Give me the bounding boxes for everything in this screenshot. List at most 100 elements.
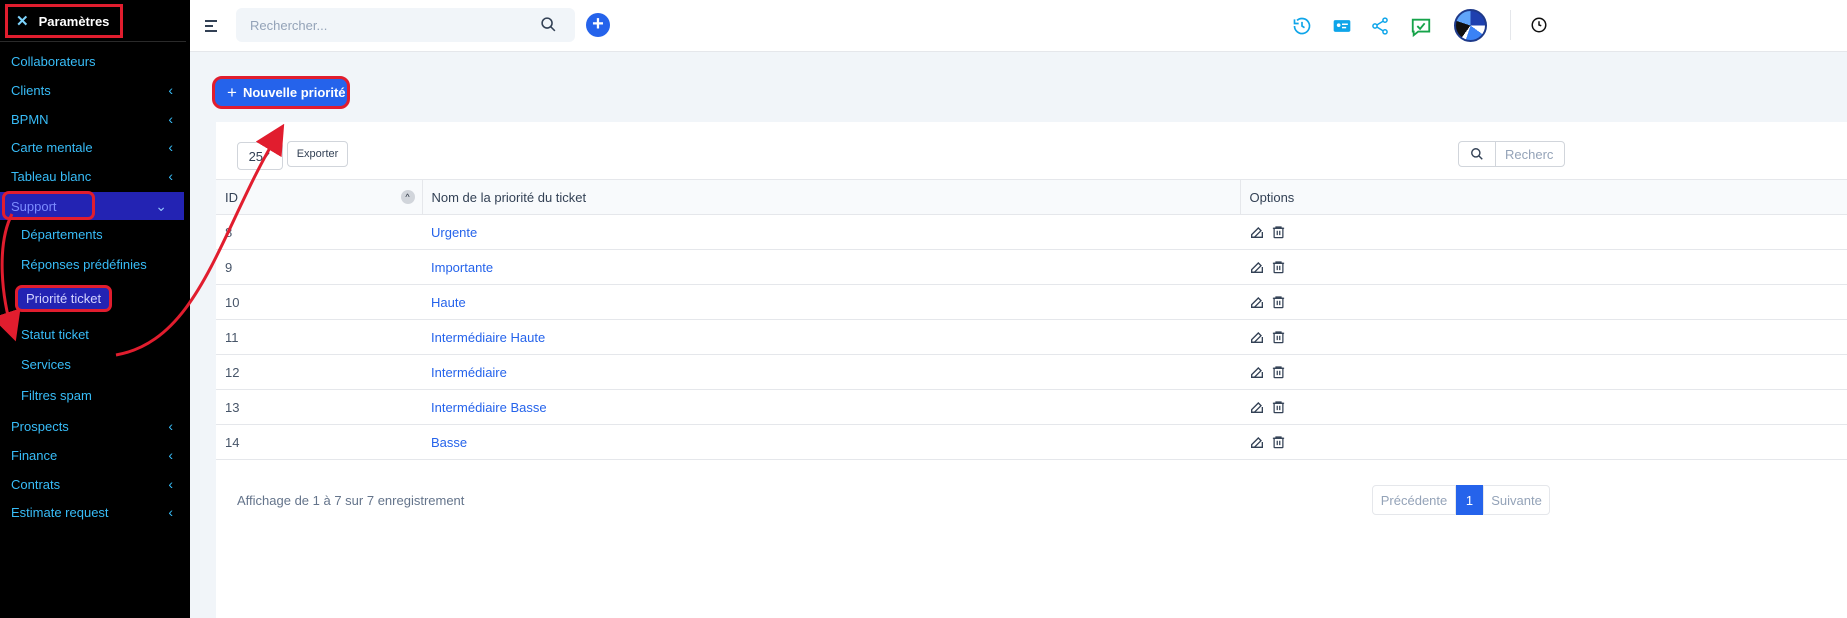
table-search-button[interactable] [1458, 141, 1496, 167]
table-row: 12 Intermédiaire [216, 354, 1847, 390]
cell-id: 13 [216, 389, 422, 425]
contact-card-icon[interactable] [1332, 16, 1352, 36]
pagination-next-button[interactable]: Suivante [1483, 485, 1550, 515]
priority-name-link[interactable]: Urgente [422, 214, 1240, 250]
sidebar-item-estimate-request[interactable]: Estimate request ‹ [0, 498, 190, 526]
column-header-id[interactable]: ID ^ [216, 179, 422, 215]
priority-name-link[interactable]: Intermédiaire Basse [422, 389, 1240, 425]
share-icon[interactable] [1370, 16, 1390, 36]
priority-table: ID ^ Nom de la priorité du ticket Options… [216, 179, 1847, 460]
trash-icon[interactable] [1271, 399, 1286, 415]
chevron-down-icon: ✓ [263, 150, 272, 162]
sidebar-item-support[interactable]: Support ⌄ [0, 192, 184, 220]
sidebar-item-bpmn[interactable]: BPMN ‹ [0, 105, 190, 133]
sidebar-item-contrats[interactable]: Contrats ‹ [0, 470, 190, 498]
chevron-left-icon: ‹ [168, 476, 173, 492]
edit-icon[interactable] [1249, 224, 1265, 240]
cell-options [1240, 354, 1847, 390]
sidebar-item-prospects[interactable]: Prospects ‹ [0, 412, 190, 440]
sidebar-item-label: Finance [11, 447, 58, 463]
trash-icon[interactable] [1271, 434, 1286, 450]
trash-icon[interactable] [1271, 329, 1286, 345]
column-header-name[interactable]: Nom de la priorité du ticket [421, 179, 1240, 215]
table-search-input[interactable]: Recherc [1495, 141, 1565, 167]
chevron-left-icon: ‹ [168, 418, 173, 434]
sidebar-subitem-statut-ticket[interactable]: Statut ticket [21, 322, 89, 346]
chevron-left-icon: ‹ [168, 139, 173, 155]
sidebar-item-finance[interactable]: Finance ‹ [0, 441, 190, 469]
table-row: 11 Intermédiaire Haute [216, 319, 1847, 355]
trash-icon[interactable] [1271, 259, 1286, 275]
sidebar-item-label: Carte mentale [11, 139, 93, 155]
sidebar-item-clients[interactable]: Clients ‹ [0, 76, 190, 104]
edit-icon[interactable] [1249, 259, 1265, 275]
table-row: 9 Importante [216, 249, 1847, 285]
page-size-select[interactable]: 25 ✓ [237, 142, 283, 170]
chat-check-icon[interactable] [1410, 16, 1432, 38]
trash-icon[interactable] [1271, 224, 1286, 240]
add-icon[interactable]: + [586, 13, 610, 37]
sidebar-subitem-reponses[interactable]: Réponses prédéfinies [21, 252, 147, 276]
cell-id: 14 [216, 424, 422, 460]
sidebar-header[interactable]: ✕ Paramètres [5, 4, 123, 38]
table-row: 13 Intermédiaire Basse [216, 389, 1847, 425]
table-row: 10 Haute [216, 284, 1847, 320]
export-button[interactable]: Exporter [287, 141, 348, 167]
search-icon[interactable] [540, 16, 557, 33]
sidebar-item-collaborateurs[interactable]: Collaborateurs [0, 47, 190, 75]
cell-options [1240, 214, 1847, 250]
edit-icon[interactable] [1249, 364, 1265, 380]
priority-name-link[interactable]: Haute [422, 284, 1240, 320]
sidebar-item-carte-mentale[interactable]: Carte mentale ‹ [0, 133, 190, 161]
cell-options [1240, 249, 1847, 285]
menu-toggle-icon[interactable] [205, 20, 217, 35]
chevron-left-icon: ‹ [168, 111, 173, 127]
sidebar-subitem-services[interactable]: Services [21, 352, 71, 376]
sidebar-item-label: Clients [11, 82, 51, 98]
clock-icon[interactable] [1530, 16, 1548, 34]
cell-options [1240, 389, 1847, 425]
new-priority-label: Nouvelle priorité [242, 85, 346, 100]
sidebar-item-label: Support [11, 198, 57, 214]
page-size-value: 25 [248, 148, 264, 164]
chevron-left-icon: ‹ [168, 504, 173, 520]
divider [1510, 10, 1511, 40]
sidebar-item-label: Estimate request [11, 504, 109, 520]
priority-name-link[interactable]: Intermédiaire Haute [422, 319, 1240, 355]
sidebar: ✕ Paramètres Collaborateurs Clients ‹ BPM… [0, 0, 190, 618]
cell-id: 8 [216, 214, 422, 250]
sort-asc-icon[interactable]: ^ [400, 189, 415, 204]
priority-name-link[interactable]: Basse [422, 424, 1240, 460]
close-icon[interactable]: ✕ [16, 12, 29, 30]
edit-icon[interactable] [1249, 294, 1265, 310]
cell-id: 10 [216, 284, 422, 320]
cell-id: 9 [216, 249, 422, 285]
search-input[interactable]: Rechercher... [236, 8, 575, 42]
trash-icon[interactable] [1271, 364, 1286, 380]
sidebar-subitem-filtres-spam[interactable]: Filtres spam [21, 383, 92, 407]
edit-icon[interactable] [1249, 434, 1265, 450]
sidebar-item-tableau-blanc[interactable]: Tableau blanc ‹ [0, 162, 190, 190]
priority-name-link[interactable]: Importante [422, 249, 1240, 285]
avatar[interactable] [1454, 9, 1487, 42]
sidebar-title: Paramètres [38, 13, 110, 29]
cell-id: 11 [216, 319, 422, 355]
chevron-left-icon: ‹ [168, 447, 173, 463]
sidebar-subitem-priorite-ticket[interactable]: Priorité ticket [15, 285, 112, 312]
edit-icon[interactable] [1249, 399, 1265, 415]
chevron-down-icon: ⌄ [155, 197, 167, 214]
priority-name-link[interactable]: Intermédiaire [422, 354, 1240, 390]
edit-icon[interactable] [1249, 329, 1265, 345]
table-row: 8 Urgente [216, 214, 1847, 250]
new-priority-button[interactable]: + Nouvelle priorité [212, 76, 350, 109]
cell-options [1240, 284, 1847, 320]
trash-icon[interactable] [1271, 294, 1286, 310]
sidebar-item-label: Prospects [11, 418, 69, 434]
history-icon[interactable] [1292, 16, 1312, 36]
sidebar-subitem-departements[interactable]: Départements [21, 222, 103, 246]
cell-options [1240, 424, 1847, 460]
search-placeholder: Rechercher... [250, 17, 328, 33]
column-header-options: Options [1239, 179, 1847, 215]
pagination-prev-button[interactable]: Précédente [1372, 485, 1456, 515]
pagination-page-1[interactable]: 1 [1456, 485, 1483, 515]
